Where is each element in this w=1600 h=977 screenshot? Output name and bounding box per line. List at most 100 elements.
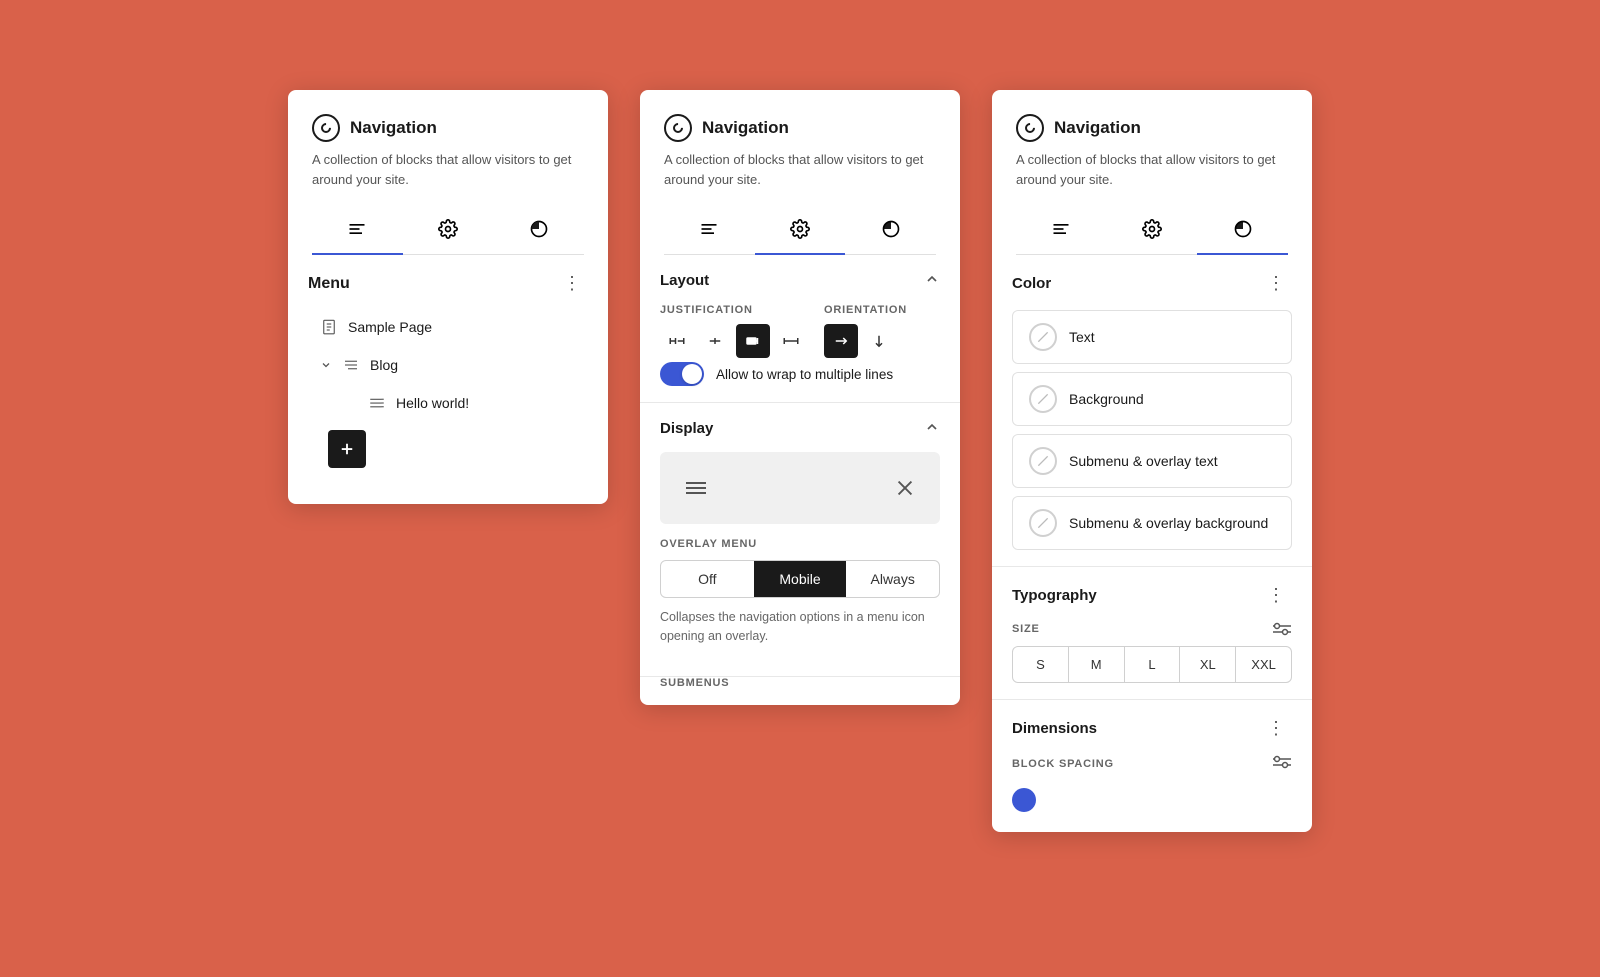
nav-icon-inner — [671, 121, 685, 135]
slash-icon — [1035, 391, 1051, 407]
tab-list[interactable] — [1016, 205, 1107, 255]
dimensions-section-title: Dimensions — [1012, 720, 1097, 737]
orient-horizontal-button[interactable] — [824, 324, 858, 358]
navigation-icon — [664, 114, 692, 142]
layout-section-header: Layout — [660, 271, 940, 290]
justify-left-icon — [668, 332, 686, 350]
block-spacing-sliders[interactable] — [1272, 755, 1292, 772]
panel-title: Navigation — [1054, 118, 1141, 138]
tab-settings[interactable] — [755, 205, 846, 255]
settings-icon — [438, 219, 458, 239]
list-icon — [699, 219, 719, 239]
orientation-col: ORIENTATION — [824, 304, 940, 358]
tab-list[interactable] — [664, 205, 755, 255]
display-section: Display OVERLAY MENU — [640, 403, 960, 677]
add-menu-item-button[interactable] — [328, 430, 366, 468]
color-section: Color ⋮ Text Background — [992, 255, 1312, 567]
panel-title: Navigation — [350, 118, 437, 138]
justify-center-button[interactable] — [698, 324, 732, 358]
menu-section: Menu ⋮ Sample Page — [288, 255, 608, 504]
justify-right-fill-button[interactable] — [736, 324, 770, 358]
overlay-always-button[interactable]: Always — [846, 561, 939, 597]
tab-style[interactable] — [845, 205, 936, 255]
overlay-mobile-button[interactable]: Mobile — [754, 561, 847, 597]
size-s-button[interactable]: S — [1013, 647, 1069, 682]
orient-vertical-icon — [870, 332, 888, 350]
sliders-icon[interactable] — [1272, 622, 1292, 636]
slash-icon — [1035, 453, 1051, 469]
tab-settings[interactable] — [1107, 205, 1198, 255]
orientation-label: ORIENTATION — [824, 304, 940, 316]
tab-settings[interactable] — [403, 205, 494, 255]
display-collapse-button[interactable] — [924, 419, 940, 438]
tab-style[interactable] — [493, 205, 584, 255]
wrap-toggle-row: Allow to wrap to multiple lines — [660, 362, 940, 386]
color-submenu-bg-item[interactable]: Submenu & overlay background — [1012, 496, 1292, 550]
more-menu-button[interactable]: ⋮ — [557, 271, 588, 296]
wrap-label: Allow to wrap to multiple lines — [716, 367, 893, 382]
orientation-buttons — [824, 324, 940, 358]
panel-layout-header: Navigation A collection of blocks that a… — [640, 90, 960, 255]
overlay-off-button[interactable]: Off — [661, 561, 754, 597]
wrap-toggle[interactable] — [660, 362, 704, 386]
display-section-header: Display — [660, 419, 940, 438]
size-label: SIZE — [1012, 622, 1292, 636]
tab-list[interactable] — [312, 205, 403, 255]
orient-vertical-button[interactable] — [862, 324, 896, 358]
navigation-icon — [312, 114, 340, 142]
panel-description: A collection of blocks that allow visito… — [312, 150, 584, 189]
dimensions-more-button[interactable]: ⋮ — [1261, 716, 1292, 741]
close-icon — [894, 477, 916, 499]
typography-more-button[interactable]: ⋮ — [1261, 583, 1292, 608]
menu-items: Sample Page Blog — [308, 308, 588, 422]
color-background-circle — [1029, 385, 1057, 413]
layout-section: Layout JUSTIFICATION — [640, 255, 960, 403]
typography-section: Typography ⋮ SIZE S — [992, 567, 1312, 700]
justify-left-button[interactable] — [660, 324, 694, 358]
justify-space-icon — [782, 332, 800, 350]
size-button-group: S M L XL XXL — [1012, 646, 1292, 683]
color-more-button[interactable]: ⋮ — [1261, 271, 1292, 296]
toggle-knob — [682, 364, 702, 384]
color-section-header: Color ⋮ — [1012, 271, 1292, 296]
menu-item-label: Hello world! — [396, 395, 469, 411]
layout-collapse-button[interactable] — [924, 271, 940, 290]
typography-section-title: Typography — [1012, 587, 1097, 604]
color-background-label: Background — [1069, 391, 1144, 407]
style-icon — [1233, 219, 1253, 239]
panel-menu-header: Navigation A collection of blocks that a… — [288, 90, 608, 255]
page-icon — [320, 318, 338, 336]
display-preview — [660, 452, 940, 524]
tab-style[interactable] — [1197, 205, 1288, 255]
hamburger-icon — [684, 479, 708, 497]
size-l-button[interactable]: L — [1125, 647, 1181, 682]
settings-icon — [1142, 219, 1162, 239]
size-xl-button[interactable]: XL — [1180, 647, 1236, 682]
menu-section-header: Menu ⋮ — [308, 271, 588, 296]
color-text-item[interactable]: Text — [1012, 310, 1292, 364]
panel-description: A collection of blocks that allow visito… — [1016, 150, 1288, 189]
nav-icon-inner — [1023, 121, 1037, 135]
layout-section-title: Layout — [660, 272, 709, 289]
block-spacing-label: BLOCK SPACING — [1012, 755, 1292, 772]
list-item-icon — [368, 394, 386, 412]
justify-right-fill-icon — [744, 332, 762, 350]
submenus-label: SUBMENUS — [640, 677, 960, 705]
submenu-icon — [342, 356, 360, 374]
panel-layout: Navigation A collection of blocks that a… — [640, 90, 960, 705]
justify-space-button[interactable] — [774, 324, 808, 358]
title-row: Navigation — [312, 114, 584, 142]
color-background-item[interactable]: Background — [1012, 372, 1292, 426]
size-m-button[interactable]: M — [1069, 647, 1125, 682]
orient-horizontal-icon — [832, 332, 850, 350]
justification-col: JUSTIFICATION — [660, 304, 808, 358]
color-section-title: Color — [1012, 275, 1051, 292]
panel-style-header: Navigation A collection of blocks that a… — [992, 90, 1312, 255]
color-submenu-text-item[interactable]: Submenu & overlay text — [1012, 434, 1292, 488]
list-icon — [347, 219, 367, 239]
sliders-svg — [1272, 622, 1292, 636]
sliders-inner — [1272, 622, 1292, 636]
panels-container: Navigation A collection of blocks that a… — [288, 90, 1312, 832]
chevron-up-icon — [924, 271, 940, 287]
size-xxl-button[interactable]: XXL — [1236, 647, 1291, 682]
